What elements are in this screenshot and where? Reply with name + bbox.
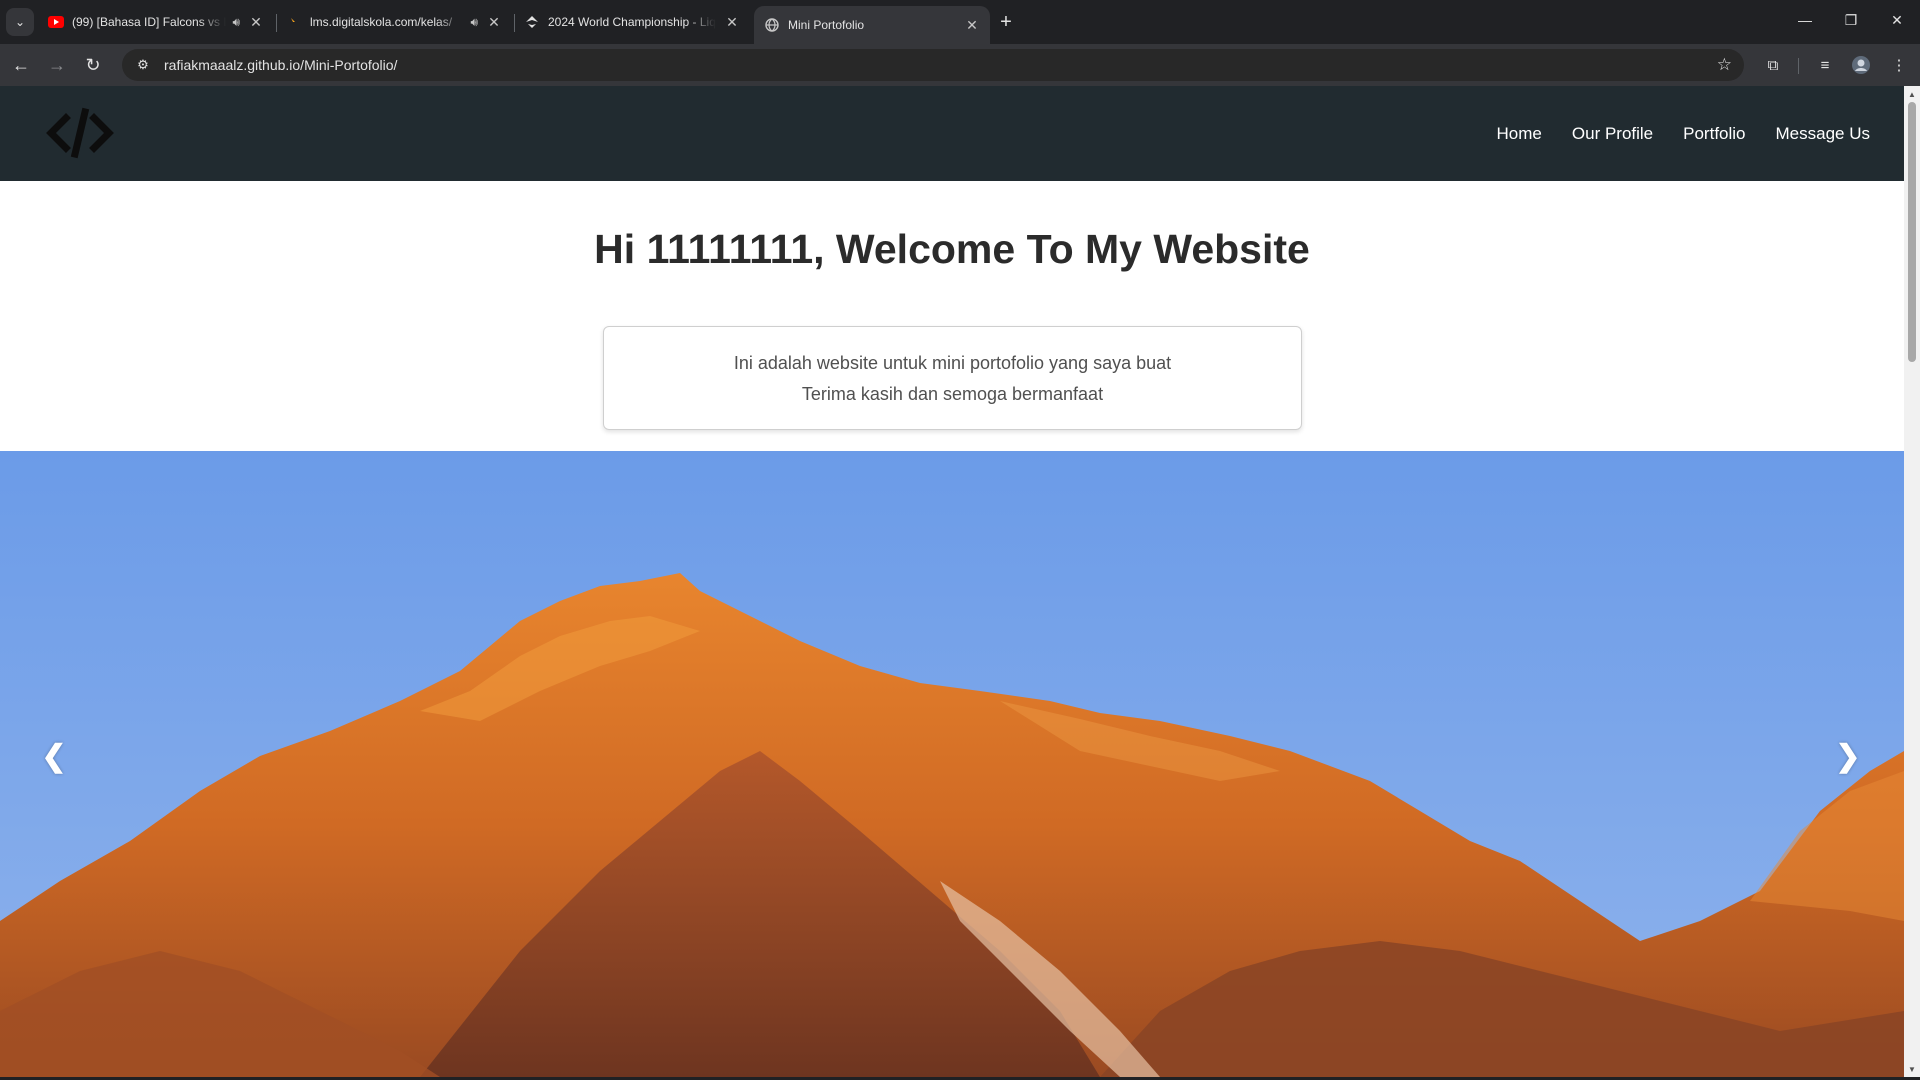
scroll-up-icon[interactable]: ▲ xyxy=(1904,86,1920,102)
intro-line: Terima kasih dan semoga bermanfaat xyxy=(801,383,1104,404)
profile-avatar[interactable] xyxy=(1848,52,1874,78)
arrow-right-icon: → xyxy=(48,54,66,75)
close-icon[interactable]: ✕ xyxy=(724,14,740,30)
restore-icon: ❐ xyxy=(1844,11,1858,28)
tab-title: (99) [Bahasa ID] Falcons vs Lin xyxy=(72,15,227,29)
speaker-icon[interactable]: 🔊︎ xyxy=(232,15,240,30)
plus-icon: + xyxy=(1000,10,1012,33)
close-window-button[interactable]: ✕ xyxy=(1874,0,1920,40)
browser-tab-strip: ⌄ (99) [Bahasa ID] Falcons vs Lin 🔊︎ ✕ l… xyxy=(0,0,1920,44)
speaker-icon[interactable]: 🔊︎ xyxy=(470,15,478,30)
reload-icon: ↻ xyxy=(85,54,101,75)
reload-button[interactable]: ↻ xyxy=(78,50,108,80)
forward-button[interactable]: → xyxy=(42,50,72,80)
arrow-left-icon: ← xyxy=(12,54,30,75)
address-bar[interactable]: ⚙︎ rafiakmaaalz.github.io/Mini-Portofoli… xyxy=(122,49,1744,81)
chevron-down-icon: ⌄ xyxy=(14,15,26,29)
carousel-next-button[interactable]: ❯ xyxy=(1828,736,1868,776)
close-icon: ✕ xyxy=(1891,11,1903,28)
nav-portfolio[interactable]: Portfolio xyxy=(1683,124,1745,144)
minimize-button[interactable]: — xyxy=(1782,0,1828,40)
tab-mini-portofolio[interactable]: Mini Portofolio ✕ xyxy=(754,6,990,44)
code-logo-icon[interactable] xyxy=(46,106,114,165)
toolbar-separator xyxy=(1798,58,1799,74)
url-text[interactable]: rafiakmaaalz.github.io/Mini-Portofolio/ xyxy=(164,57,397,73)
minimize-icon: — xyxy=(1798,12,1812,28)
extensions-icon[interactable]: ⧉ xyxy=(1760,52,1786,78)
nav-message-us[interactable]: Message Us xyxy=(1776,124,1870,144)
site-settings-icon[interactable]: ⚙︎ xyxy=(128,57,158,73)
back-button[interactable]: ← xyxy=(6,50,36,80)
image-carousel: ❮ ❯ xyxy=(0,451,1904,1077)
tab-digitalskola[interactable]: lms.digitalskola.com/kelas/ 🔊︎ ✕ xyxy=(276,6,512,38)
page-scrollbar[interactable]: ▲ ▼ xyxy=(1904,86,1920,1077)
digitalskola-icon xyxy=(286,14,302,30)
close-icon[interactable]: ✕ xyxy=(486,14,502,30)
intro-box: Ini adalah website untuk mini portofolio… xyxy=(603,326,1302,430)
browser-toolbar: ← → ↻ ⚙︎ rafiakmaaalz.github.io/Mini-Por… xyxy=(0,44,1920,86)
carousel-prev-button[interactable]: ❮ xyxy=(34,736,74,776)
nav-home[interactable]: Home xyxy=(1497,124,1542,144)
nav-our-profile[interactable]: Our Profile xyxy=(1572,124,1653,144)
main-nav: Home Our Profile Portfolio Message Us xyxy=(1497,86,1870,181)
browser-menu-icon[interactable]: ⋮ xyxy=(1886,52,1912,78)
tab-title: Mini Portofolio xyxy=(788,18,865,32)
restore-button[interactable]: ❐ xyxy=(1828,0,1874,40)
page-viewport: Home Our Profile Portfolio Message Us Hi… xyxy=(0,86,1904,1077)
new-tab-button[interactable]: + xyxy=(992,8,1020,36)
youtube-icon xyxy=(48,14,64,30)
scrollbar-thumb[interactable] xyxy=(1908,102,1916,362)
mountain-photo xyxy=(0,451,1904,1077)
tab-title: lms.digitalskola.com/kelas/ xyxy=(310,15,453,29)
liquipedia-icon xyxy=(524,14,540,30)
tab-liquipedia[interactable]: 2024 World Championship - Liqu ✕ xyxy=(514,6,750,38)
tab-title: 2024 World Championship - Liqu xyxy=(548,15,716,29)
site-header: Home Our Profile Portfolio Message Us xyxy=(0,86,1904,181)
media-control-icon[interactable]: ≡ xyxy=(1812,52,1838,78)
scroll-down-icon[interactable]: ▼ xyxy=(1904,1061,1920,1077)
page-title: Hi 11111111, Welcome To My Website xyxy=(594,226,1310,272)
tab-search-button[interactable]: ⌄ xyxy=(6,8,34,36)
close-icon[interactable]: ✕ xyxy=(964,17,980,33)
tab-youtube[interactable]: (99) [Bahasa ID] Falcons vs Lin 🔊︎ ✕ xyxy=(38,6,274,38)
globe-icon xyxy=(764,17,780,33)
intro-line: Ini adalah website untuk mini portofolio… xyxy=(733,352,1172,373)
bookmark-star-icon[interactable]: ☆ xyxy=(1717,55,1732,75)
close-icon[interactable]: ✕ xyxy=(248,14,264,30)
